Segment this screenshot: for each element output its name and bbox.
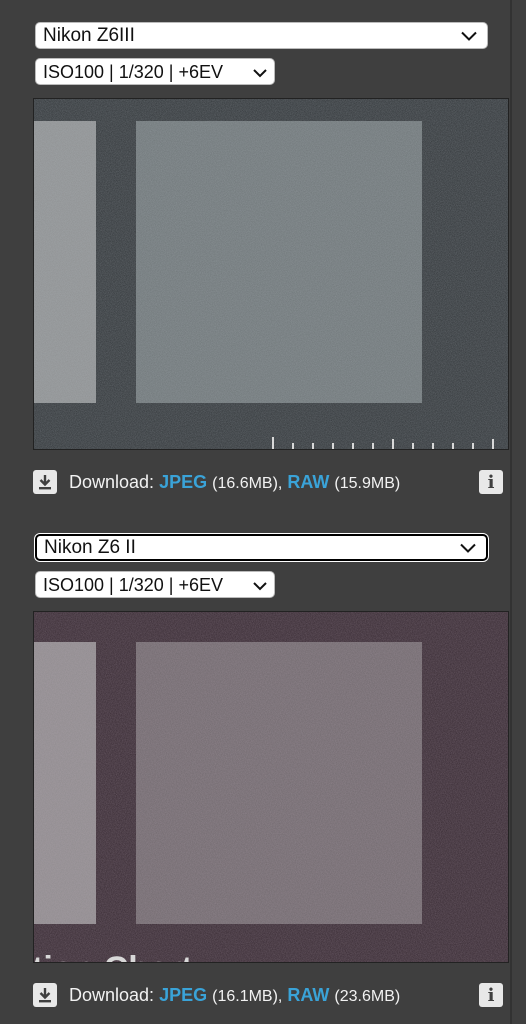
download-icon[interactable] [33,983,57,1007]
jpeg-size: (16.6MB), [212,474,283,492]
chevron-down-icon [460,538,476,557]
raw-link[interactable]: RAW [287,985,329,1005]
camera-select-2[interactable]: Nikon Z6 II [35,534,488,561]
raw-size: (23.6MB) [334,987,401,1005]
settings-select-1[interactable]: ISO100 | 1/320 | +6EV [35,58,275,85]
chevron-down-icon [253,576,267,594]
info-icon[interactable]: i [479,470,503,494]
jpeg-size: (16.1MB), [212,987,283,1005]
camera-select-value: Nikon Z6 II [44,537,136,558]
download-label: Download: [69,471,155,492]
download-links: Download: JPEG (16.1MB), RAW (23.6MB) [69,985,400,1006]
raw-link[interactable]: RAW [287,472,329,492]
chevron-down-icon [461,26,477,45]
sample-image-viewer-1[interactable] [33,98,509,450]
camera-select-value: Nikon Z6III [43,25,135,46]
chevron-down-icon [253,63,267,81]
camera-select-1[interactable]: Nikon Z6III [35,22,488,49]
jpeg-link[interactable]: JPEG [159,985,207,1005]
panel-divider [510,0,512,1024]
settings-select-2[interactable]: ISO100 | 1/320 | +6EV [35,571,275,598]
sample-image-viewer-2[interactable]: tion Chart [33,611,509,963]
jpeg-link[interactable]: JPEG [159,472,207,492]
settings-select-value: ISO100 | 1/320 | +6EV [43,574,223,595]
raw-size: (15.9MB) [334,474,401,492]
chart-overlay-text: tion Chart [34,950,193,963]
info-icon[interactable]: i [479,983,503,1007]
settings-select-value: ISO100 | 1/320 | +6EV [43,61,223,82]
download-links: Download: JPEG (16.6MB), RAW (15.9MB) [69,472,400,493]
download-row-1: Download: JPEG (16.6MB), RAW (15.9MB) i [33,467,509,497]
download-icon[interactable] [33,470,57,494]
download-row-2: Download: JPEG (16.1MB), RAW (23.6MB) i [33,980,509,1010]
download-label: Download: [69,984,155,1005]
